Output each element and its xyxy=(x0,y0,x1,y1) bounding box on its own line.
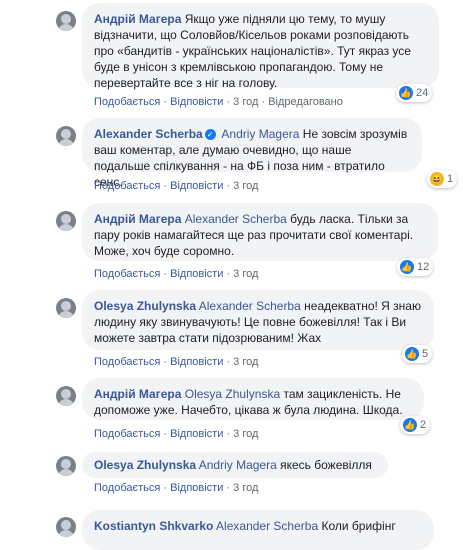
reply-button[interactable]: Відповісти xyxy=(170,180,223,192)
like-icon: 👍 xyxy=(405,347,419,361)
comment-bubble: Андрій Магера Alexander Scherba будь лас… xyxy=(82,203,438,261)
comment-author[interactable]: Olesya Zhulynska xyxy=(94,299,196,313)
comment-author[interactable]: Андрій Магера xyxy=(94,212,181,226)
like-button[interactable]: Подобається xyxy=(94,482,160,494)
reaction-count-value: 24 xyxy=(416,87,429,99)
comment-author[interactable]: Андрій Магера xyxy=(94,387,181,401)
comment-time[interactable]: 3 год xyxy=(233,482,258,494)
comment-actions: Подобається · Відповісти · 3 год · Відре… xyxy=(94,96,343,108)
avatar[interactable] xyxy=(56,456,76,476)
comment-actions: Подобається · Відповісти · 3 год xyxy=(94,428,258,440)
like-button[interactable]: Подобається xyxy=(94,428,160,440)
like-button[interactable]: Подобається xyxy=(94,268,160,280)
separator: · xyxy=(226,268,231,280)
comment-time[interactable]: 3 год xyxy=(233,180,258,192)
comment-actions: Подобається · Відповісти · 3 год xyxy=(94,268,258,280)
separator: · xyxy=(163,268,168,280)
reply-button[interactable]: Відповісти xyxy=(170,96,223,108)
separator: · xyxy=(163,180,168,192)
like-button[interactable]: Подобається xyxy=(94,180,160,192)
separator: · xyxy=(226,356,231,368)
comment-actions: Подобається · Відповісти · 3 год xyxy=(94,356,258,368)
separator: · xyxy=(226,180,231,192)
separator: · xyxy=(226,482,231,494)
comment-bubble: Андрій Магера Якщо уже підняли цю тему, … xyxy=(82,3,439,90)
reaction-count[interactable]: 👍 2 xyxy=(400,416,431,434)
mention-link[interactable]: Andriy Magera xyxy=(199,458,277,472)
verified-badge-icon: ✓ xyxy=(204,129,216,141)
comment-time[interactable]: 3 год xyxy=(233,428,258,440)
comment-bubble: Alexander Scherba ✓ Andriy Magera Не зовс… xyxy=(82,118,422,189)
separator: · xyxy=(163,96,168,108)
reaction-count[interactable]: 👍 24 xyxy=(396,84,433,102)
avatar[interactable] xyxy=(56,211,76,231)
reply-button[interactable]: Відповісти xyxy=(170,268,223,280)
edited-label: Відредаговано xyxy=(268,96,343,108)
reaction-count[interactable]: 👍 5 xyxy=(402,345,433,363)
comment-bubble: Андрій Магера Olesya Zhulynska там зацик… xyxy=(82,378,424,420)
reply-button[interactable]: Відповісти xyxy=(170,428,223,440)
like-button[interactable]: Подобається xyxy=(94,356,160,368)
separator: · xyxy=(226,96,231,108)
separator: · xyxy=(163,482,168,494)
comment-text: Коли брифінг xyxy=(321,519,396,533)
like-icon: 👍 xyxy=(399,86,413,100)
comment-time[interactable]: 3 год xyxy=(233,96,258,108)
mention-link[interactable]: Andriy Magera xyxy=(221,127,299,141)
separator: · xyxy=(226,428,231,440)
reply-button[interactable]: Відповісти xyxy=(170,482,223,494)
comment-author[interactable]: Alexander Scherba xyxy=(94,127,203,141)
comment-bubble: Olesya Zhulynska Andriy Magera якесь бож… xyxy=(82,452,388,478)
haha-icon: 😆 xyxy=(430,172,444,186)
comment-actions: Подобається · Відповісти · 3 год xyxy=(94,180,258,192)
mention-link[interactable]: Olesya Zhulynska xyxy=(185,387,280,401)
avatar[interactable] xyxy=(56,11,76,31)
comment-text: якесь божевілля xyxy=(280,458,372,472)
avatar[interactable] xyxy=(56,126,76,146)
reaction-count-value: 5 xyxy=(422,348,429,360)
avatar[interactable] xyxy=(56,517,76,537)
reply-button[interactable]: Відповісти xyxy=(170,356,223,368)
reaction-count-value: 12 xyxy=(417,261,430,273)
reaction-count[interactable]: 👍 12 xyxy=(397,258,434,276)
like-button[interactable]: Подобається xyxy=(94,96,160,108)
comment-time[interactable]: 3 год xyxy=(233,268,258,280)
avatar[interactable] xyxy=(56,386,76,406)
reaction-count-value: 1 xyxy=(447,173,454,185)
separator: · xyxy=(261,96,266,108)
like-icon: 👍 xyxy=(403,418,417,432)
reaction-count[interactable]: 😆 1 xyxy=(427,170,458,188)
comment-actions: Подобається · Відповісти · 3 год xyxy=(94,482,258,494)
reaction-count-value: 2 xyxy=(420,419,427,431)
comment-author[interactable]: Kostiantyn Shkvarko xyxy=(94,519,213,533)
avatar[interactable] xyxy=(56,298,76,318)
mention-link[interactable]: Alexander Scherba xyxy=(199,299,301,313)
comment-time[interactable]: 3 год xyxy=(233,356,258,368)
separator: · xyxy=(163,428,168,440)
mention-link[interactable]: Alexander Scherba xyxy=(185,212,287,226)
comment-author[interactable]: Андрій Магера xyxy=(94,12,181,26)
comment-author[interactable]: Olesya Zhulynska xyxy=(94,458,196,472)
mention-link[interactable]: Alexander Scherba xyxy=(216,519,318,533)
comment-bubble: Olesya Zhulynska Alexander Scherba неаде… xyxy=(82,290,434,350)
separator: · xyxy=(163,356,168,368)
like-icon: 👍 xyxy=(400,260,414,274)
comment-bubble: Kostiantyn Shkvarko Alexander Scherba Ко… xyxy=(82,510,434,550)
